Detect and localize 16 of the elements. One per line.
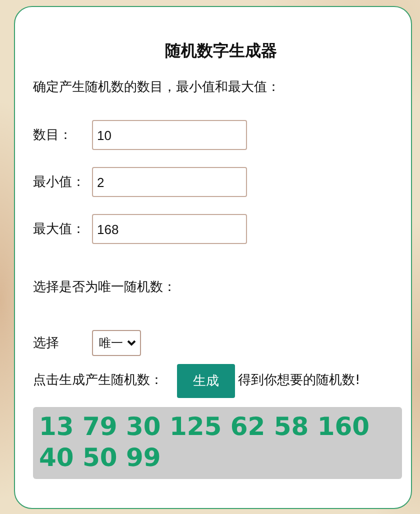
field-label: 最小值： <box>33 174 86 191</box>
intro-text: 确定产生随机数的数目，最小值和最大值： <box>33 79 281 97</box>
unique-select[interactable]: 唯一 <box>92 330 141 356</box>
chevron-down-icon <box>127 340 136 346</box>
generate-hint: 点击生成产生随机数： <box>33 372 163 390</box>
field-label: 数目： <box>33 127 73 144</box>
input-field[interactable]: 168 <box>92 214 247 244</box>
field-label: 最大值： <box>33 221 86 238</box>
result-hint: 得到你想要的随机数! <box>238 372 360 390</box>
input-field[interactable]: 2 <box>92 167 247 197</box>
unique-prompt: 选择是否为唯一随机数： <box>33 279 177 297</box>
generate-button[interactable]: 生成 <box>177 364 235 398</box>
input-field[interactable]: 10 <box>92 120 247 150</box>
page-title: 随机数字生成器 <box>164 41 278 62</box>
result-numbers: 13 79 30 125 62 58 160 40 50 99 <box>33 407 402 479</box>
select-label: 选择 <box>33 335 60 352</box>
